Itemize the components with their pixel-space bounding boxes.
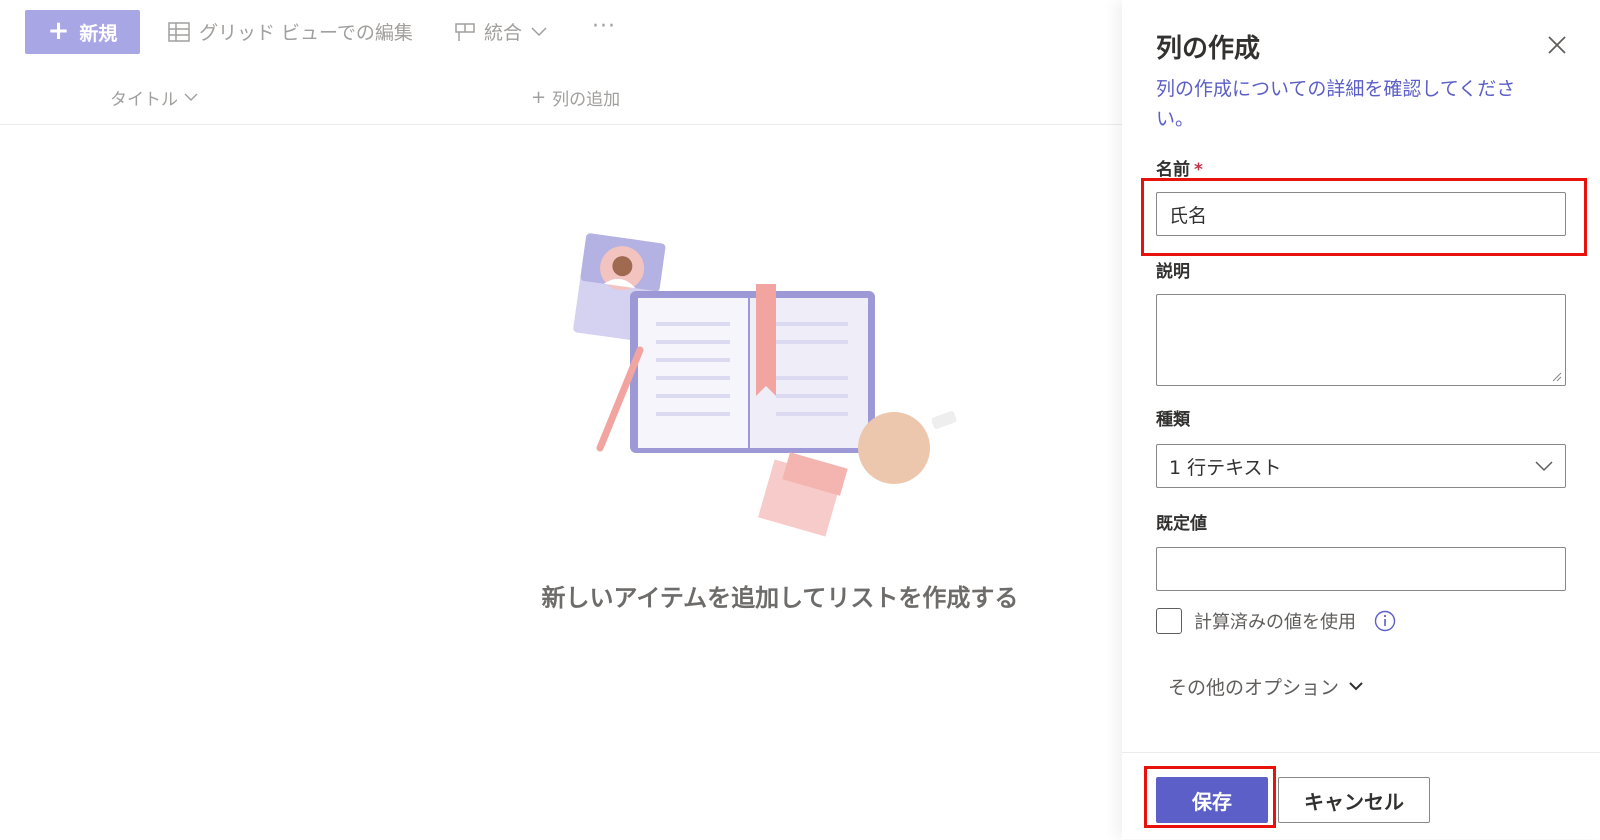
list-view: + 新規 グリッド ビューでの編集 統合 ··· タイトル + 列の追加 新しい… <box>0 0 1122 839</box>
default-value-input[interactable] <box>1156 547 1566 591</box>
default-value-label: 既定値 <box>1156 514 1207 534</box>
column-title-label: タイトル <box>110 90 178 110</box>
name-input[interactable]: 氏名 <box>1156 192 1566 236</box>
type-dropdown-value: 1 行テキスト <box>1169 456 1282 479</box>
chevron-down-icon <box>1349 682 1363 691</box>
column-header-row: タイトル + 列の追加 <box>0 70 1122 125</box>
save-button[interactable]: 保存 <box>1156 777 1268 823</box>
type-label: 種類 <box>1156 410 1190 430</box>
add-column-button[interactable]: + 列の追加 <box>531 85 620 110</box>
use-calculated-value-checkbox[interactable]: 計算済みの値を使用 <box>1156 608 1396 634</box>
calculated-label: 計算済みの値を使用 <box>1194 612 1356 633</box>
resize-grip-icon[interactable] <box>1550 370 1562 382</box>
learn-more-link[interactable]: 列の作成についての詳細を確認してください。 <box>1156 74 1536 134</box>
command-bar: + 新規 グリッド ビューでの編集 統合 ··· <box>0 0 1122 62</box>
plus-icon: + <box>47 16 70 46</box>
grid-view-edit-button[interactable]: グリッド ビューでの編集 <box>168 18 413 45</box>
column-header-title[interactable]: タイトル <box>110 85 198 110</box>
more-icon: ··· <box>592 14 616 39</box>
cancel-button[interactable]: キャンセル <box>1278 777 1430 823</box>
type-dropdown[interactable]: 1 行テキスト <box>1156 444 1566 488</box>
name-input-value: 氏名 <box>1169 204 1208 227</box>
panel-footer: 保存 キャンセル <box>1122 752 1600 840</box>
panel-title: 列の作成 <box>1156 34 1261 64</box>
merge-label: 統合 <box>484 22 523 44</box>
description-textarea[interactable] <box>1156 294 1566 386</box>
description-label: 説明 <box>1156 262 1190 282</box>
plus-icon: + <box>531 87 547 108</box>
more-options-label: その他のオプション <box>1168 677 1340 699</box>
more-actions-button[interactable]: ··· <box>592 14 616 39</box>
new-item-label: 新規 <box>79 22 118 45</box>
required-mark: * <box>1194 160 1203 180</box>
info-icon[interactable] <box>1374 610 1396 632</box>
name-label: 名前 * <box>1156 160 1203 180</box>
new-item-button[interactable]: + 新規 <box>25 10 140 54</box>
close-icon[interactable] <box>1546 34 1568 56</box>
chevron-down-icon <box>531 26 547 36</box>
chevron-down-icon <box>1535 460 1553 471</box>
chevron-down-icon <box>184 93 198 101</box>
merge-menu-button[interactable]: 統合 <box>455 18 547 45</box>
grid-view-edit-label: グリッド ビューでの編集 <box>199 22 413 44</box>
empty-list-illustration <box>573 233 957 537</box>
more-options-toggle[interactable]: その他のオプション <box>1168 673 1363 700</box>
checkbox-box[interactable] <box>1156 608 1182 634</box>
add-column-label: 列の追加 <box>552 90 621 110</box>
merge-icon <box>455 22 475 41</box>
create-column-panel: 列の作成 列の作成についての詳細を確認してください。 名前 * 氏名 説明 種類 … <box>1122 0 1600 839</box>
grid-icon <box>168 21 190 42</box>
